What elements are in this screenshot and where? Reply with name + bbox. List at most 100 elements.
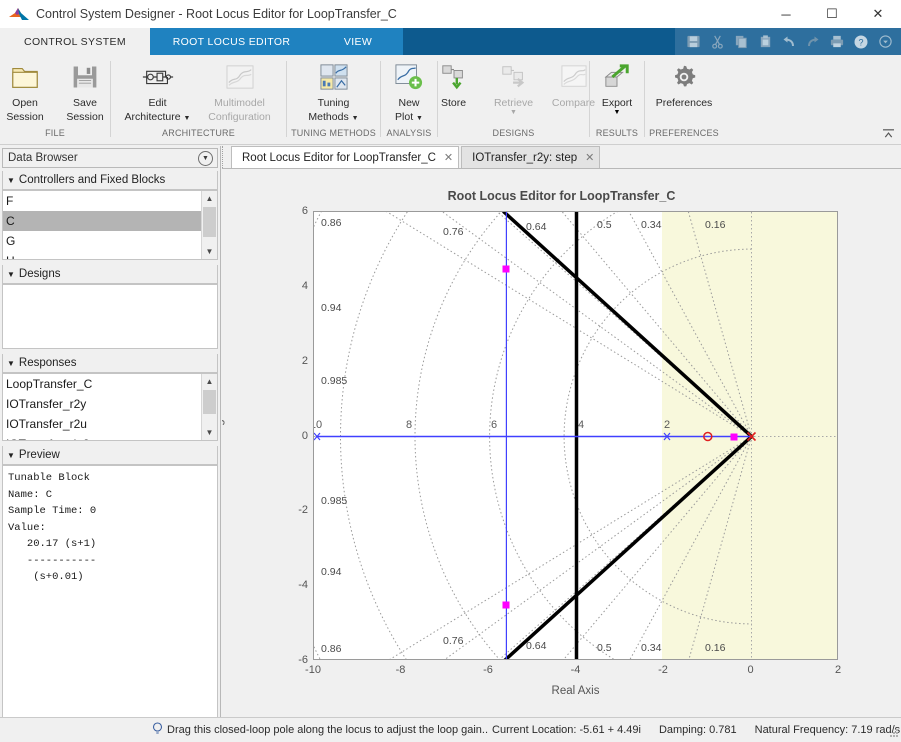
document-tab-bar: Root Locus Editor for LoopTransfer_C ✕ I… <box>222 146 901 169</box>
paste-icon[interactable] <box>754 31 776 52</box>
responses-list[interactable]: LoopTransfer_C IOTransfer_r2y IOTransfer… <box>2 373 218 441</box>
svg-text:?: ? <box>858 37 863 47</box>
ribbon-group-label-results: RESULTS <box>595 128 639 138</box>
damping-ratio-label: 0.76 <box>443 226 464 238</box>
scroll-down-icon[interactable]: ▼ <box>202 425 217 440</box>
open-session-label-1: Open <box>12 97 38 109</box>
root-locus-plot[interactable]: Root Locus Editor for LoopTransfer_C Rea… <box>222 169 901 717</box>
edit-architecture-button[interactable]: Edit Architecture ▼ <box>117 55 199 123</box>
ribbon-tab-root-locus-editor[interactable]: ROOT LOCUS EDITOR <box>150 28 313 55</box>
scroll-up-icon[interactable]: ▲ <box>202 191 217 206</box>
natural-frequency-label: 2 <box>663 419 671 431</box>
preferences-button[interactable]: Preferences <box>643 55 725 109</box>
section-header-designs[interactable]: ▼ Designs <box>2 265 218 284</box>
ribbon-group-label-preferences: PREFERENCES <box>649 128 719 138</box>
closed-loop-pole-marker[interactable] <box>730 433 738 440</box>
help-icon[interactable]: ? <box>850 31 872 52</box>
y-axis-label: Imag Axis <box>222 395 225 445</box>
document-tab-label: Root Locus Editor for LoopTransfer_C <box>242 151 436 164</box>
controllers-scrollbar[interactable]: ▲ ▼ <box>201 191 217 259</box>
chevron-down-icon[interactable]: ▼ <box>184 115 191 122</box>
export-button[interactable]: Export ▼ <box>587 55 647 116</box>
y-tick-label: -4 <box>298 579 308 592</box>
customize-dropdown-icon[interactable] <box>874 31 896 52</box>
tuning-methods-button[interactable]: Tuning Methods ▼ <box>293 55 375 123</box>
responses-scrollbar[interactable]: ▲ ▼ <box>201 374 217 440</box>
damping-ratio-label: 0.5 <box>597 219 612 231</box>
multimodel-configuration-button[interactable]: Multimodel Configuration <box>199 55 281 123</box>
section-header-controllers[interactable]: ▼ Controllers and Fixed Blocks <box>2 171 218 190</box>
damping-ratio-label: 0.34 <box>641 219 662 231</box>
status-current-location: Current Location: -5.61 + 4.49i <box>492 724 641 736</box>
data-browser-panel: Data Browser ▼ ▼ Controllers and Fixed B… <box>0 146 221 723</box>
store-design-button[interactable]: Store <box>424 55 484 109</box>
tab-drag-grip[interactable] <box>222 146 229 168</box>
closed-loop-pole-marker[interactable] <box>502 265 510 272</box>
collapse-ribbon-icon[interactable] <box>882 128 895 142</box>
save-session-label-1: Save <box>73 97 97 109</box>
plot-axes[interactable]: 0.86 0.76 0.64 0.5 0.34 0.16 0.86 0.76 0… <box>313 211 838 660</box>
redo-icon[interactable] <box>802 31 824 52</box>
multimodel-configuration-label-2: Configuration <box>208 111 271 123</box>
open-session-label-2: Session <box>6 111 44 123</box>
chevron-down-icon[interactable]: ▼ <box>352 115 359 122</box>
undo-icon[interactable] <box>778 31 800 52</box>
tuning-grid-icon <box>319 59 349 95</box>
open-session-button[interactable]: Open Session <box>0 55 55 123</box>
scroll-down-icon[interactable]: ▼ <box>202 244 217 259</box>
close-icon[interactable]: ✕ <box>585 151 594 164</box>
section-header-responses[interactable]: ▼ Responses <box>2 354 218 373</box>
scrollbar-thumb[interactable] <box>203 390 216 414</box>
y-tick-label: 0 <box>301 429 308 442</box>
edit-architecture-label-1: Edit <box>148 97 167 109</box>
ribbon-tab-view[interactable]: VIEW <box>313 28 403 55</box>
document-tab-step-response[interactable]: IOTransfer_r2y: step ✕ <box>461 146 601 168</box>
x-tick-label: -2 <box>658 664 668 676</box>
retrieve-design-button[interactable]: Retrieve ▼ <box>484 55 544 116</box>
designs-list[interactable] <box>2 284 218 349</box>
y-tick-label: 4 <box>301 279 308 292</box>
maximize-button[interactable]: ☐ <box>809 0 855 28</box>
minimize-button[interactable]: ─ <box>763 0 809 28</box>
status-bar: Drag this closed-loop pole along the loc… <box>0 717 901 742</box>
list-item[interactable]: IOTransfer_r2u <box>3 414 203 434</box>
new-plot-label-2: Plot ▼ <box>395 111 423 123</box>
copy-icon[interactable] <box>730 31 752 52</box>
section-header-preview[interactable]: ▼ Preview <box>2 446 218 465</box>
damping-ratio-label: 0.76 <box>443 635 464 647</box>
y-tick-label: -6 <box>298 654 308 666</box>
list-item[interactable]: H <box>3 251 203 259</box>
close-icon[interactable]: ✕ <box>444 151 453 164</box>
chevron-down-icon[interactable]: ▼ <box>614 109 621 116</box>
print-icon[interactable] <box>826 31 848 52</box>
x-axis-label: Real Axis <box>551 685 600 697</box>
closed-loop-pole-marker[interactable] <box>502 601 510 608</box>
list-item[interactable]: C <box>3 211 203 231</box>
list-item[interactable]: LoopTransfer_C <box>3 374 203 394</box>
export-label: Export <box>601 97 633 109</box>
list-item[interactable]: G <box>3 231 203 251</box>
chevron-down-icon[interactable]: ▼ <box>510 109 517 116</box>
data-browser-title: Data Browser <box>8 152 78 164</box>
list-item[interactable]: F <box>3 191 203 211</box>
ribbon-tab-control-system[interactable]: CONTROL SYSTEM <box>0 28 150 55</box>
document-tab-root-locus[interactable]: Root Locus Editor for LoopTransfer_C ✕ <box>231 146 460 168</box>
save-session-button[interactable]: Save Session <box>55 55 115 123</box>
close-button[interactable]: ✕ <box>855 0 901 28</box>
save-icon[interactable] <box>682 31 704 52</box>
preferences-label: Preferences <box>655 97 713 109</box>
ribbon-group-preferences: Preferences PREFERENCES <box>645 55 723 145</box>
edit-architecture-label-text: Architecture <box>124 111 181 123</box>
panel-options-icon[interactable]: ▼ <box>198 151 213 166</box>
controllers-list[interactable]: F C G H ▲ ▼ <box>2 190 218 260</box>
ribbon-group-label-architecture: ARCHITECTURE <box>162 128 235 138</box>
scroll-up-icon[interactable]: ▲ <box>202 374 217 389</box>
new-plot-icon <box>394 59 424 95</box>
list-item[interactable]: IOTransfer_r2y <box>3 394 203 414</box>
chevron-down-icon[interactable]: ▼ <box>416 115 423 122</box>
list-item[interactable]: IOTransfer_du2y <box>3 434 203 440</box>
resize-grip-icon[interactable] <box>888 727 899 740</box>
store-design-label: Store <box>440 97 467 109</box>
cut-icon[interactable] <box>706 31 728 52</box>
scrollbar-thumb[interactable] <box>203 207 216 237</box>
